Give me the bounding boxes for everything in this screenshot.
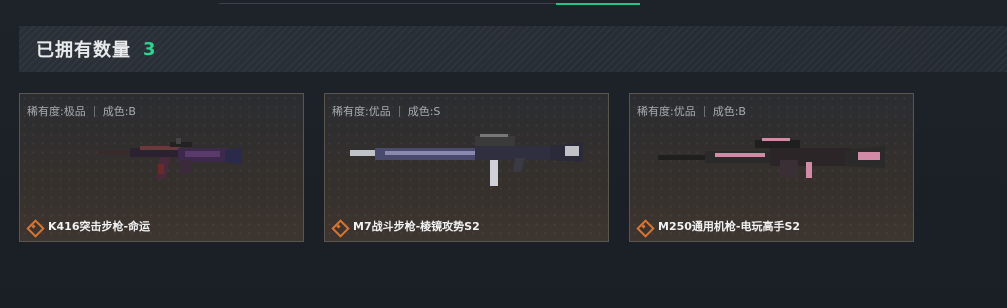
- card-meta: 稀有度:极品 成色:B: [27, 103, 136, 119]
- meta-divider: [93, 105, 95, 117]
- weapon-card[interactable]: 稀有度:极品 成色:B K416突击步枪-命运: [19, 93, 304, 242]
- rarity-label: 稀有度:优品: [637, 105, 696, 118]
- card-name-row: M7战斗步枪-棱镜攻势S2: [332, 218, 480, 234]
- rarity-diamond-icon: [332, 220, 345, 233]
- rarity-diamond-icon: [637, 220, 650, 233]
- card-meta: 稀有度:优品 成色:B: [637, 103, 746, 119]
- condition-label: 成色:B: [712, 105, 746, 118]
- owned-count-value: 3: [143, 38, 156, 60]
- inventory-page: 已拥有数量 3 稀有度:极品 成色:B K416突击步枪-命运 稀有度:优品 成…: [0, 0, 1007, 308]
- meta-divider: [398, 105, 400, 117]
- weapon-card[interactable]: 稀有度:优品 成色:B M250通用机枪-电玩高手S2: [629, 93, 914, 242]
- rarity-label: 稀有度:极品: [27, 105, 86, 118]
- card-meta: 稀有度:优品 成色:S: [332, 103, 440, 119]
- condition-label: 成色:B: [102, 105, 136, 118]
- rarity-diamond-icon: [27, 220, 40, 233]
- top-bar: [0, 0, 1007, 8]
- weapon-card[interactable]: 稀有度:优品 成色:S M7战斗步枪-棱镜攻势S2: [324, 93, 609, 242]
- assault-rifle-icon: [98, 138, 242, 179]
- search-button-accent[interactable]: [556, 3, 640, 5]
- weapon-name: K416突击步枪-命运: [48, 220, 151, 233]
- owned-count-title: 已拥有数量: [36, 40, 131, 61]
- battle-rifle-icon: [350, 134, 583, 186]
- weapon-name: M250通用机枪-电玩高手S2: [658, 220, 801, 233]
- meta-divider: [703, 105, 705, 117]
- machine-gun-icon: [658, 138, 885, 178]
- condition-label: 成色:S: [407, 105, 441, 118]
- card-name-row: M250通用机枪-电玩高手S2: [637, 218, 800, 234]
- weapon-name: M7战斗步枪-棱镜攻势S2: [353, 220, 480, 233]
- owned-count-header: 已拥有数量 3: [19, 26, 1007, 72]
- rarity-label: 稀有度:优品: [332, 105, 391, 118]
- card-name-row: K416突击步枪-命运: [27, 218, 150, 234]
